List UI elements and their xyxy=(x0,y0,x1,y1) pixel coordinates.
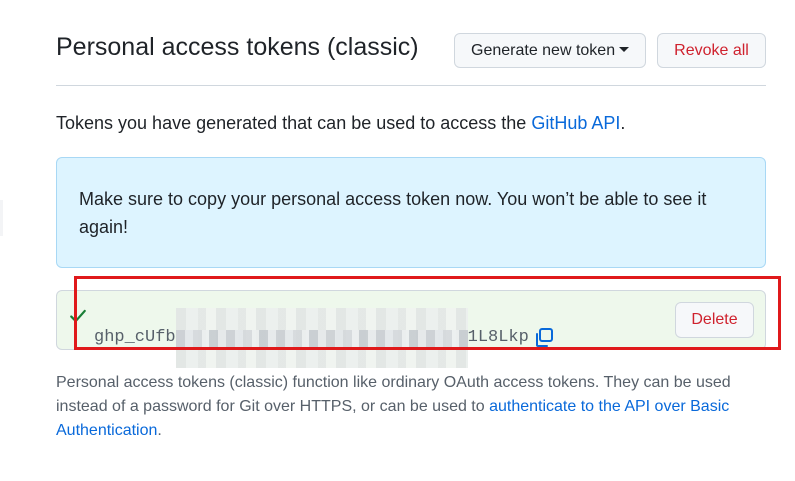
intro-text-after: . xyxy=(620,113,626,133)
delete-token-button[interactable]: Delete xyxy=(675,302,754,338)
footnote-text-after: . xyxy=(157,422,162,439)
generate-new-token-button[interactable]: Generate new token xyxy=(454,33,646,68)
revoke-all-button[interactable]: Revoke all xyxy=(657,33,766,68)
check-icon xyxy=(70,309,86,323)
page-title: Personal access tokens (classic) xyxy=(56,33,419,61)
github-api-link[interactable]: GitHub API xyxy=(531,113,620,133)
footnote-text: Personal access tokens (classic) functio… xyxy=(56,371,756,443)
left-edge-fragment xyxy=(0,200,3,236)
new-token-row: ghp_cUfb 1L8Lkp Delete xyxy=(56,290,766,368)
copy-icon[interactable] xyxy=(533,327,555,349)
copy-token-notice-text: Make sure to copy your personal access t… xyxy=(79,189,707,237)
copy-token-notice: Make sure to copy your personal access t… xyxy=(56,157,766,268)
token-redacted-area xyxy=(175,308,468,368)
token-suffix: 1L8Lkp xyxy=(467,328,529,347)
caret-down-icon xyxy=(619,47,630,53)
page-header: Personal access tokens (classic) Generat… xyxy=(56,30,766,86)
generate-new-token-label: Generate new token xyxy=(471,42,616,59)
page: Personal access tokens (classic) Generat… xyxy=(0,0,795,481)
token-value: ghp_cUfb 1L8Lkp xyxy=(94,308,555,368)
token-prefix: ghp_cUfb xyxy=(94,328,176,347)
intro-text: Tokens you have generated that can be us… xyxy=(56,111,625,135)
intro-text-before: Tokens you have generated that can be us… xyxy=(56,113,532,133)
